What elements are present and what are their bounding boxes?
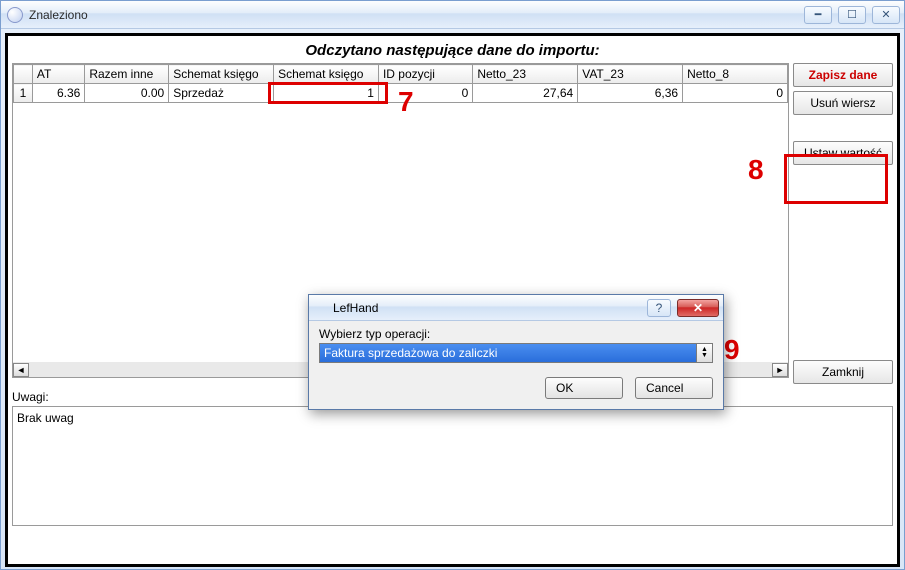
- maximize-button[interactable]: ☐: [838, 6, 866, 24]
- remarks-text: Brak uwag: [17, 411, 74, 425]
- col-razem-inne[interactable]: Razem inne: [85, 65, 169, 84]
- app-window: Znaleziono ━ ☐ ✕ Odczytano następujące d…: [0, 0, 905, 570]
- col-netto-8[interactable]: Netto_8: [683, 65, 788, 84]
- table-row[interactable]: 1 6.36 0.00 Sprzedaż 1 0 27,64 6,36 0: [14, 84, 788, 103]
- cell-razem-inne[interactable]: 0.00: [85, 84, 169, 103]
- page-heading: Odczytano następujące dane do importu:: [12, 40, 893, 63]
- remarks-textarea[interactable]: Brak uwag: [12, 406, 893, 526]
- window-title: Znaleziono: [29, 8, 88, 22]
- dialog-app-icon: [313, 301, 327, 315]
- minimize-button[interactable]: ━: [804, 6, 832, 24]
- header-row: AT Razem inne Schemat księgo Schemat ksi…: [14, 65, 788, 84]
- dialog-title: LefHand: [333, 301, 378, 315]
- col-id-pozycji[interactable]: ID pozycji: [378, 65, 472, 84]
- col-schemat-2[interactable]: Schemat księgo: [274, 65, 379, 84]
- cell-vat-23[interactable]: 6,36: [578, 84, 683, 103]
- app-icon: [7, 7, 23, 23]
- row-number: 1: [14, 84, 33, 103]
- cell-schemat-2[interactable]: 1: [274, 84, 379, 103]
- combo-toggle-icon[interactable]: ▲▼: [696, 344, 712, 362]
- dialog-cancel-button[interactable]: Cancel: [635, 377, 713, 399]
- operation-type-dialog: LefHand ? ✕ Wybierz typ operacji: ▲▼ OK …: [308, 294, 724, 410]
- dialog-ok-button[interactable]: OK: [545, 377, 623, 399]
- close-button[interactable]: ✕: [872, 6, 900, 24]
- operation-type-combo[interactable]: ▲▼: [319, 343, 713, 363]
- col-at[interactable]: AT: [32, 65, 84, 84]
- cell-at[interactable]: 6.36: [32, 84, 84, 103]
- dialog-titlebar: LefHand ? ✕: [309, 295, 723, 321]
- content-frame: Odczytano następujące dane do importu: A…: [5, 33, 900, 567]
- close-panel-button[interactable]: Zamknij: [793, 360, 893, 384]
- titlebar: Znaleziono ━ ☐ ✕: [1, 1, 904, 29]
- delete-row-button[interactable]: Usuń wiersz: [793, 91, 893, 115]
- dialog-close-button[interactable]: ✕: [677, 299, 719, 317]
- set-value-button[interactable]: Ustaw wartość: [793, 141, 893, 165]
- cell-id-pozycji[interactable]: 0: [378, 84, 472, 103]
- save-button[interactable]: Zapisz dane: [793, 63, 893, 87]
- col-vat-23[interactable]: VAT_23: [578, 65, 683, 84]
- cell-netto-8[interactable]: 0: [683, 84, 788, 103]
- dialog-help-button[interactable]: ?: [647, 299, 671, 317]
- col-netto-23[interactable]: Netto_23: [473, 65, 578, 84]
- cell-netto-23[interactable]: 27,64: [473, 84, 578, 103]
- operation-type-input[interactable]: [320, 344, 696, 362]
- col-schemat-1[interactable]: Schemat księgo: [169, 65, 274, 84]
- cell-schemat-1[interactable]: Sprzedaż: [169, 84, 274, 103]
- dialog-label: Wybierz typ operacji:: [319, 327, 713, 341]
